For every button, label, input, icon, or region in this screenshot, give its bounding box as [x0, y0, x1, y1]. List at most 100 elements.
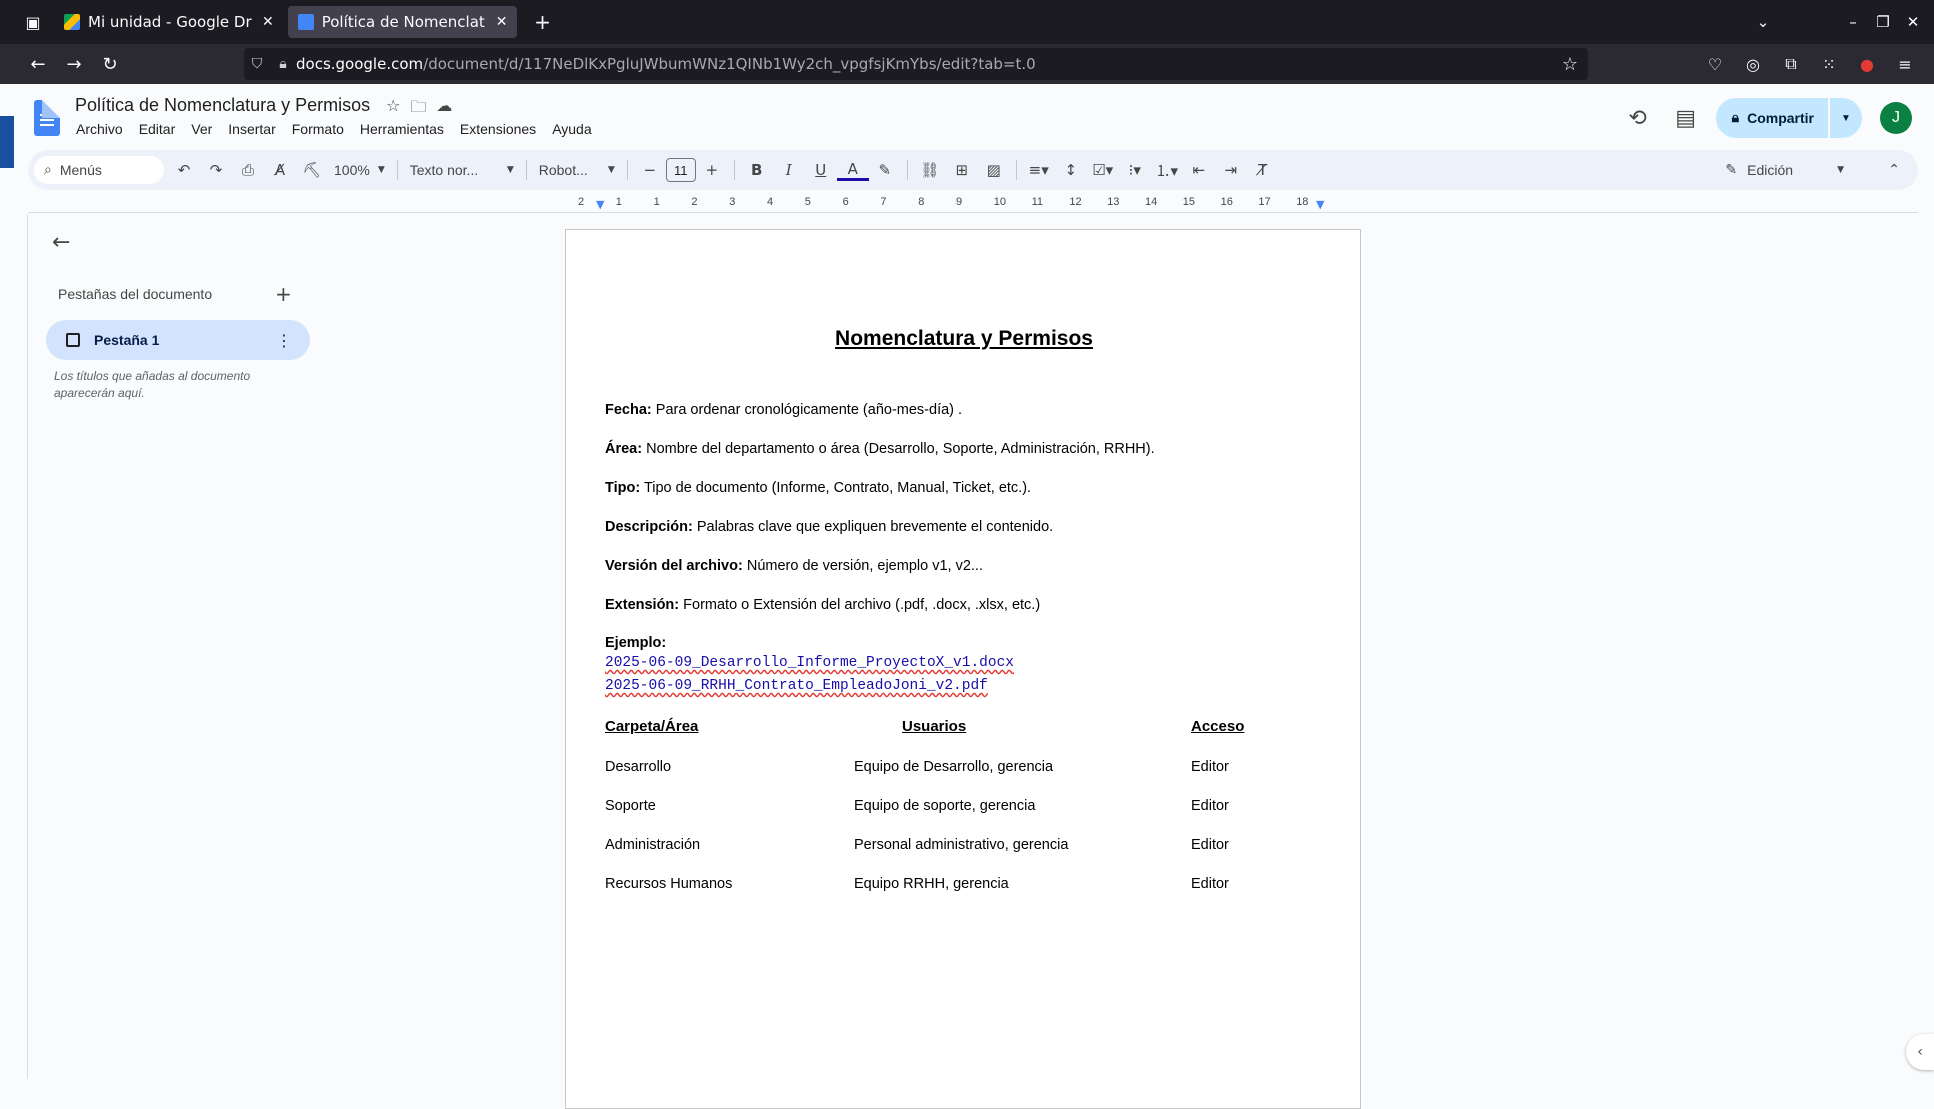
font-size-input[interactable]: 11 — [665, 158, 696, 182]
left-indent-marker[interactable]: ▼ — [596, 198, 604, 211]
docs-favicon-icon — [297, 14, 314, 30]
minimize-icon[interactable]: – — [1838, 13, 1868, 31]
chevron-down-icon: ▼ — [506, 165, 514, 175]
reload-icon[interactable]: ↻ — [92, 48, 128, 80]
divider — [525, 160, 527, 180]
editing-mode-label: Edición — [1747, 162, 1794, 178]
back-icon[interactable]: ← — [20, 48, 56, 80]
lock-icon: 🔒︎ — [1731, 110, 1740, 126]
more-options-icon[interactable]: ⋮ — [276, 331, 292, 350]
apps-grid-icon[interactable]: ⁙ — [1810, 48, 1848, 80]
close-window-icon[interactable]: ✕ — [1898, 13, 1928, 31]
checklist-icon[interactable]: ☑▾ — [1087, 156, 1119, 184]
table-cell: Equipo de Desarrollo, gerencia — [854, 759, 1054, 775]
ruler-number: 5 — [804, 196, 811, 208]
text-color-icon[interactable]: A — [836, 159, 869, 181]
ruler-number: 2 — [578, 196, 585, 208]
account-icon[interactable]: ◎ — [1734, 48, 1772, 80]
tab-overview-icon[interactable]: ▣ — [16, 5, 50, 39]
paint-format-icon[interactable]: ⛏ — [296, 156, 328, 184]
move-folder-icon[interactable]: 🗀︎ — [410, 96, 426, 123]
editing-mode-select[interactable]: ✎ Edición ▼ — [1725, 162, 1844, 178]
zoom-select[interactable]: 100% ▼ — [328, 156, 391, 184]
addon-icon[interactable]: ● — [1848, 48, 1886, 80]
right-indent-marker[interactable]: ▼ — [1316, 198, 1324, 211]
bold-icon[interactable]: B — [741, 156, 773, 184]
redo-icon[interactable]: ↷ — [200, 156, 232, 184]
browser-navbar: ← → ↻ ⛉ 🔒︎ docs.google.com/document/d/11… — [0, 44, 1934, 84]
menu-formato[interactable]: Formato — [292, 121, 344, 137]
menu-search-label: Menús — [59, 162, 102, 178]
extensions-icon[interactable]: ⧉ — [1772, 48, 1810, 80]
document-tab-icon — [66, 333, 80, 347]
font-value: Robot... — [538, 162, 588, 178]
increase-indent-icon[interactable]: ⇥ — [1215, 156, 1247, 184]
style-select[interactable]: Texto nor... ▼ — [404, 156, 520, 184]
ruler-number: 1 — [653, 196, 660, 208]
drive-favicon-icon — [64, 14, 80, 30]
document-page[interactable]: Nomenclatura y Permisos Fecha: Para orde… — [565, 229, 1361, 1109]
menu-insertar[interactable]: Insertar — [228, 121, 275, 137]
url-bar[interactable]: ⛉ 🔒︎ docs.google.com/document/d/117NeDlK… — [244, 48, 1588, 80]
line-spacing-icon[interactable]: ↕ — [1055, 156, 1087, 184]
menu-icon[interactable]: ≡ — [1886, 48, 1924, 80]
decrease-font-size-icon[interactable]: − — [634, 156, 666, 184]
increase-font-size-icon[interactable]: + — [696, 156, 728, 184]
numbered-list-icon[interactable]: ⒈▾ — [1151, 156, 1183, 184]
docs-logo-icon[interactable] — [34, 100, 60, 136]
document-title[interactable]: Política de Nomenclatura y Permisos — [75, 95, 370, 116]
add-comment-icon[interactable]: ⊞ — [946, 156, 978, 184]
menu-ayuda[interactable]: Ayuda — [552, 121, 591, 137]
pocket-icon[interactable]: ♡ — [1696, 48, 1734, 80]
link-icon[interactable]: ⛓ — [914, 156, 946, 184]
menu-editar[interactable]: Editar — [139, 121, 176, 137]
close-icon[interactable]: ✕ — [496, 14, 508, 30]
table-cell: Administración — [605, 837, 701, 853]
menu-archivo[interactable]: Archivo — [76, 121, 123, 137]
comments-icon[interactable]: ▤ — [1662, 106, 1710, 131]
table-header-acceso: Acceso — [1191, 718, 1245, 735]
version-history-icon[interactable]: ⟲ — [1614, 106, 1662, 131]
italic-icon[interactable]: I — [773, 156, 805, 184]
close-icon[interactable]: ✕ — [262, 14, 274, 30]
cloud-saved-icon[interactable]: ☁︎ — [436, 96, 452, 123]
menu-ver[interactable]: Ver — [191, 121, 212, 137]
print-icon[interactable]: ⎙ — [232, 156, 264, 184]
forward-icon[interactable]: → — [56, 48, 92, 80]
spellcheck-icon[interactable]: A̸ — [264, 156, 296, 184]
back-arrow-icon[interactable]: ← — [52, 230, 70, 255]
list-tabs-icon[interactable]: ⌄ — [1748, 13, 1778, 31]
browser-tab-docs[interactable]: Política de Nomenclatura ✕ — [287, 6, 518, 38]
highlight-icon[interactable]: ✎ — [869, 156, 901, 184]
ruler-number: 6 — [842, 196, 849, 208]
horizontal-ruler[interactable]: 2 1 1 2 3 4 5 6 7 8 9 10 11 12 13 14 15 16 17 18 ▼ ▼ — [560, 194, 1360, 214]
font-select[interactable]: Robot... ▼ — [533, 156, 621, 184]
clear-formatting-icon[interactable]: T̸ — [1247, 156, 1279, 184]
menu-herramientas[interactable]: Herramientas — [360, 121, 444, 137]
tracking-protection-icon[interactable]: ⛉ — [244, 56, 270, 72]
lock-icon[interactable]: 🔒︎ — [270, 56, 296, 72]
add-tab-icon[interactable]: + — [275, 282, 292, 306]
zoom-value: 100% — [334, 162, 370, 178]
browser-tab-drive[interactable]: Mi unidad - Google Drive ✕ — [54, 6, 284, 38]
undo-icon[interactable]: ↶ — [168, 156, 200, 184]
star-icon[interactable]: ☆ — [386, 96, 400, 123]
table-cell: Equipo RRHH, gerencia — [854, 876, 1009, 892]
share-button[interactable]: 🔒︎ Compartir — [1715, 98, 1828, 138]
decrease-indent-icon[interactable]: ⇤ — [1183, 156, 1215, 184]
expand-side-panel-icon[interactable]: ‹ — [1906, 1034, 1934, 1070]
vertical-ruler[interactable] — [14, 214, 28, 1079]
menu-search[interactable]: ⌕ Menús — [34, 156, 164, 184]
menu-extensiones[interactable]: Extensiones — [460, 121, 536, 137]
bulleted-list-icon[interactable]: ⁝▾ — [1119, 156, 1151, 184]
share-dropdown-icon[interactable]: ▼ — [1830, 98, 1862, 138]
document-tab-item[interactable]: Pestaña 1 ⋮ — [46, 320, 310, 360]
insert-image-icon[interactable]: ▨ — [978, 156, 1010, 184]
restore-icon[interactable]: ❐ — [1868, 13, 1898, 31]
collapse-menus-icon[interactable]: ⌃ — [1888, 162, 1900, 178]
align-icon[interactable]: ≡▾ — [1023, 156, 1055, 184]
underline-icon[interactable]: U — [805, 156, 837, 184]
bookmark-star-icon[interactable]: ☆ — [1562, 54, 1578, 75]
avatar[interactable]: J — [1880, 102, 1912, 134]
new-tab-icon[interactable]: + — [525, 5, 559, 39]
